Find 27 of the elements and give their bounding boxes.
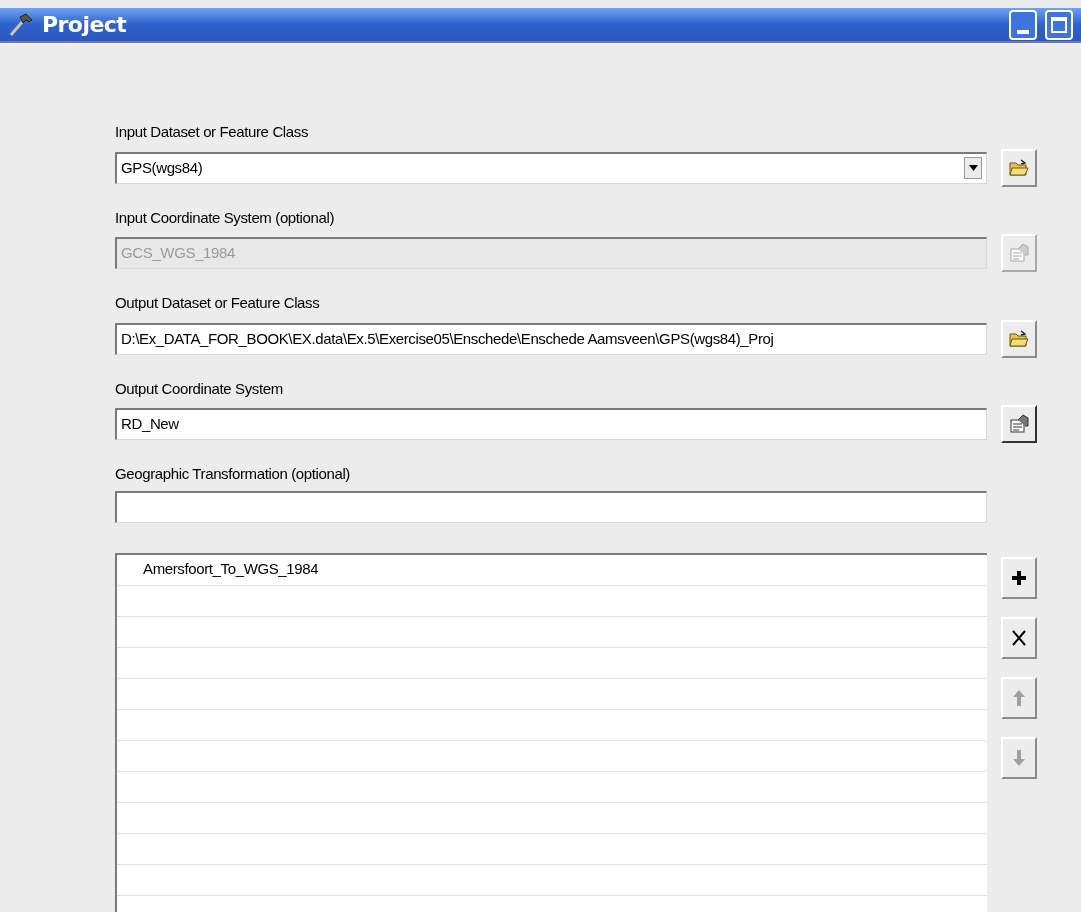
field-label: Output Coordinate System [115,378,284,399]
input-field[interactable]: RD_New [115,408,987,440]
input-field[interactable]: D:\Ex_DATA_FOR_BOOK\EX.data\Ex.5\Exercise05\Enschede\Enschede Aamsveen\GPS(wgs84)_Proj [115,322,987,355]
field-label: Input Coordinate System (optional) [115,207,336,228]
folder-icon [1009,329,1029,348]
maximize-button[interactable] [1045,9,1073,40]
minimize-button[interactable] [1009,9,1037,40]
arrow-up-icon [1012,688,1026,707]
properties-icon [1009,414,1029,434]
hammer-icon [8,12,34,37]
dropdown-field[interactable]: GPS(wgs84) [115,151,987,184]
field-label: Geographic Transformation (optional) [115,464,351,484]
input-field[interactable] [115,490,987,523]
folder-icon [1009,158,1029,177]
field-label: Output Dataset or Feature Class [115,293,321,313]
arrow-down-icon [1012,748,1026,767]
window-title: Project [42,11,127,39]
properties-icon [1009,243,1029,263]
properties-button[interactable] [1001,405,1037,443]
close-icon [1011,628,1027,647]
remove-button[interactable] [1001,616,1037,659]
plus-icon [1010,568,1028,587]
browse-button[interactable] [1001,319,1037,358]
browse-button[interactable] [1001,148,1037,187]
list-item[interactable]: Amersfoort_To_WGS_1984 [143,558,319,581]
field-label: Input Dataset or Feature Class [115,122,309,142]
add-button[interactable] [1001,556,1037,599]
